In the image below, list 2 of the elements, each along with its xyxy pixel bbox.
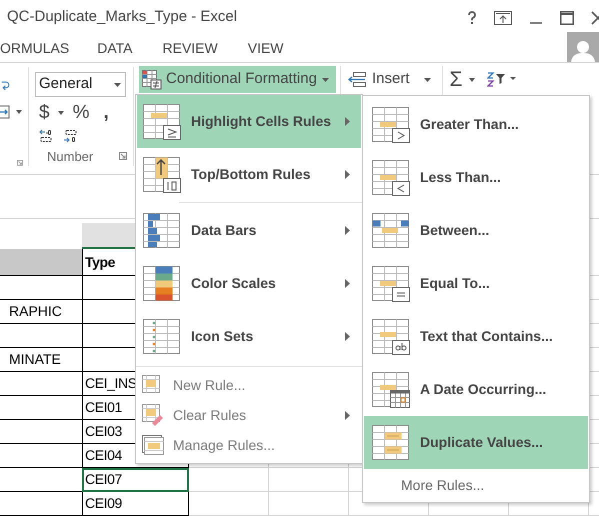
window-title: QC-Duplicate_Marks_Type - Excel: [7, 7, 238, 28]
group-label: Number: [47, 148, 94, 166]
